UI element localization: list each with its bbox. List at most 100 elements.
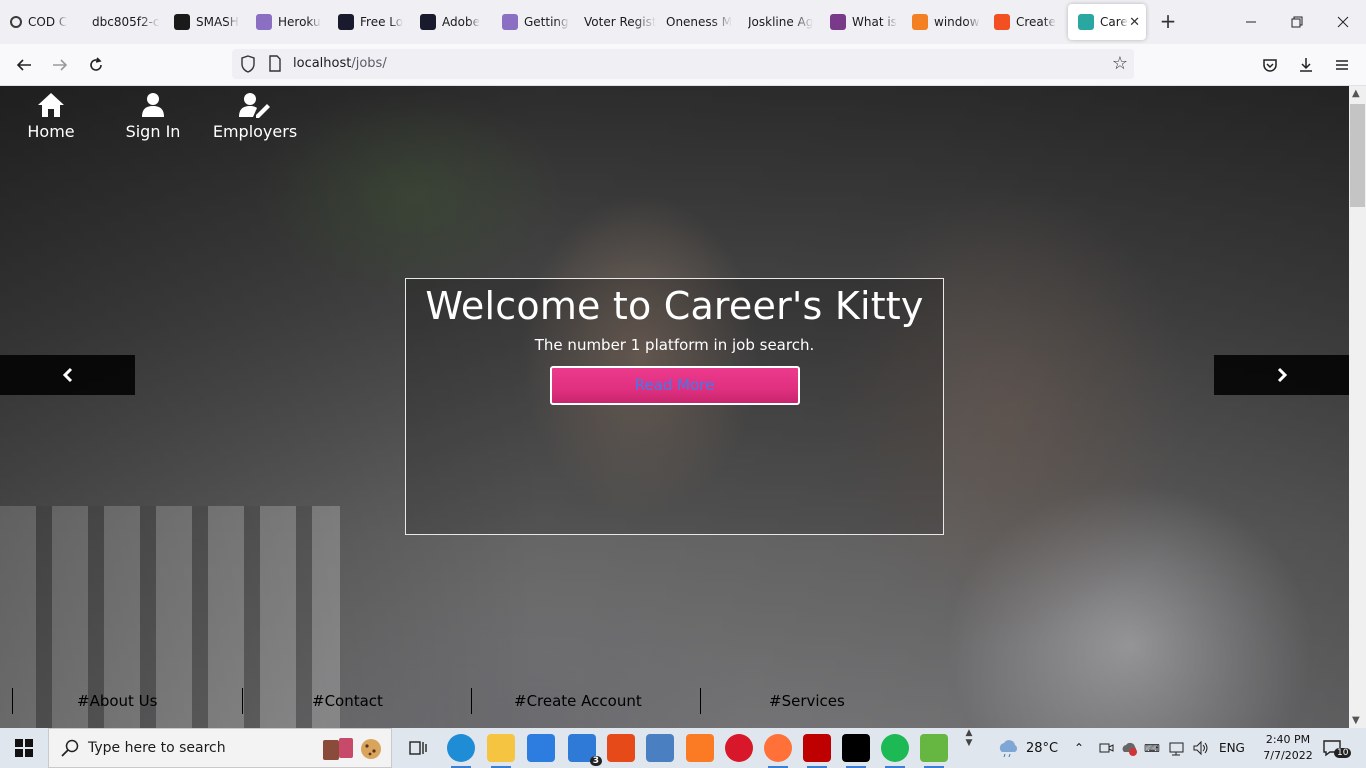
browser-tab[interactable]: Voter Regist [574,4,656,40]
firefox-icon[interactable] [764,734,792,768]
tab-label: window [934,15,980,29]
chevron-left-icon [62,367,72,383]
browser-tab[interactable]: Heroku [246,4,328,40]
footer-link-create-account[interactable]: #Create Account [514,688,642,714]
nav-item-employers[interactable]: Employers [204,86,306,156]
office-icon[interactable] [607,734,635,762]
windows-logo-icon [15,739,33,757]
close-tab-icon[interactable]: ✕ [1129,15,1140,30]
back-button[interactable] [10,51,38,79]
scroll-up-arrow-icon[interactable]: ▲ [1352,88,1360,99]
restore-button[interactable] [1274,0,1320,44]
pocket-button[interactable] [1256,51,1284,79]
nav-item-sign-in[interactable]: Sign In [102,86,204,156]
footer-divider [12,688,13,714]
store-icon[interactable] [527,734,555,762]
minimize-button[interactable] [1228,0,1274,44]
tray-scroll-arrows[interactable]: ▲ ▼ [963,728,975,768]
url-path: /jobs/ [351,56,387,71]
spotify-icon[interactable] [881,734,909,768]
browser-tab[interactable]: window [902,4,984,40]
read-more-button[interactable]: Read More [549,366,800,405]
start-button[interactable] [0,728,48,768]
browser-tab[interactable]: What is [820,4,902,40]
language-indicator[interactable]: ENG [1219,728,1245,768]
heroku-icon [256,14,272,30]
forward-button[interactable] [46,51,74,79]
user-icon [142,93,164,117]
tab-label: What is [852,15,897,29]
clock[interactable]: 2:40 PM 7/7/2022 [1258,728,1318,768]
browser-tab[interactable]: Getting [492,4,574,40]
close-icon [1337,16,1349,28]
reload-button[interactable] [82,51,110,79]
chevron-right-icon [1277,367,1287,383]
browser-tab[interactable]: Free Lo [328,4,410,40]
file-explorer-icon[interactable] [487,734,515,768]
reload-icon [90,57,102,71]
volume-icon[interactable] [1192,740,1210,756]
weather-widget[interactable]: 28°C [996,728,1058,768]
shield-icon[interactable] [240,55,256,73]
tab-label: COD C [28,15,68,29]
tray-icons: ⌃ ⌨ [1074,728,1210,768]
chevron-up-icon[interactable]: ⌃ [1074,741,1088,755]
site-nav: Home Sign In Employers [0,86,306,156]
carousel-prev-button[interactable] [0,355,135,395]
tab-label: Heroku [278,15,321,29]
close-window-button[interactable] [1320,0,1366,44]
carousel-next-button[interactable] [1214,355,1349,395]
footer-link-services[interactable]: #Services [769,688,845,714]
page-scrollbar[interactable]: ▲ ▼ [1349,86,1366,728]
browser-tab[interactable]: COD C [0,4,82,40]
intellij-icon[interactable] [842,734,870,768]
browser-tab[interactable]: Adobe [410,4,492,40]
nav-item-home[interactable]: Home [0,86,102,156]
footer-link-about-us[interactable]: #About Us [77,688,157,714]
utorrent-icon[interactable] [920,734,948,768]
windows-taskbar: Type here to search 3 ▲ ▼ 28°C ⌃ ⌨ ENG 2:… [0,728,1366,768]
free-logo-icon [338,14,354,30]
mail-icon[interactable]: 3 [568,734,602,766]
url-text[interactable]: localhost/jobs/ [293,56,387,71]
taskbar-search[interactable]: Type here to search [48,728,392,768]
footer-link-contact[interactable]: #Contact [312,688,383,714]
browser-tab[interactable]: Joskline Ag [738,4,820,40]
browser-tab[interactable]: Oneness M [656,4,738,40]
tab-active[interactable]: Care ✕ [1068,4,1146,40]
new-tab-button[interactable]: + [1156,10,1180,34]
clock-time: 2:40 PM [1265,733,1311,746]
notification-badge: 10 [1334,748,1352,758]
heroku-icon [502,14,518,30]
page-icon[interactable] [268,55,282,73]
link-icon [830,14,846,30]
onedrive-error-icon[interactable] [1120,740,1138,756]
restore-icon [1291,16,1303,28]
scrollbar-thumb[interactable] [1350,104,1365,207]
scroll-down-arrow-icon[interactable]: ▼ [1352,715,1360,726]
tab-label: SMASH [196,15,239,29]
menu-button[interactable] [1328,51,1356,79]
search-highlight-image [323,738,381,760]
bookmark-star-icon[interactable]: ☆ [1112,53,1128,74]
browser-tab[interactable]: dbc805f2-c [82,4,164,40]
tab-label: dbc805f2-c [92,15,160,29]
footer-nav: #About Us #Contact #Create Account #Serv… [0,688,900,714]
smash-icon [174,14,190,30]
input-method-icon[interactable]: ⌨ [1144,742,1160,755]
browser-tab[interactable]: Create [984,4,1066,40]
downloads-button[interactable] [1292,51,1320,79]
network-icon[interactable] [1168,740,1186,756]
tab-list: COD C dbc805f2-c SMASH Heroku Free Lo Adobe Ge… [0,4,1146,40]
task-view-icon[interactable] [404,734,432,762]
meet-now-icon[interactable] [1098,740,1114,756]
opera-icon[interactable] [725,734,753,762]
browser-tab[interactable]: SMASH [164,4,246,40]
notification-center-button[interactable]: 10 [1322,728,1352,768]
tab-label: Create [1016,15,1056,29]
network-icon[interactable] [646,734,674,762]
address-bar[interactable]: localhost/jobs/ ☆ [232,49,1134,79]
filezilla-icon[interactable] [803,734,831,768]
edge-icon[interactable] [447,734,475,768]
xampp-icon[interactable] [686,734,714,762]
